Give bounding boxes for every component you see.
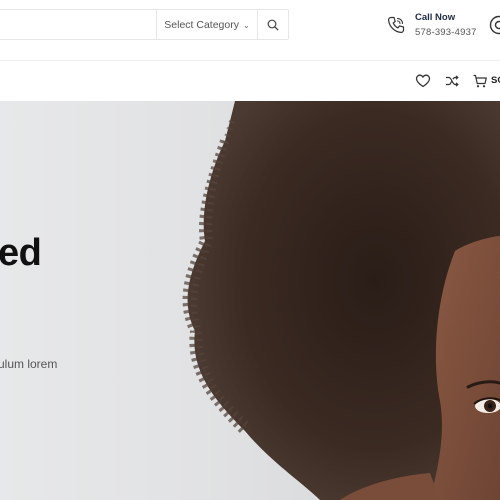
category-select[interactable]: Select Category ⌄ — [156, 10, 257, 39]
hero-description: ulum lorem — [0, 357, 58, 371]
search-icon — [267, 19, 279, 30]
hero-heading: ed — [0, 232, 42, 274]
search-input[interactable] — [0, 10, 155, 39]
top-header: Select Category ⌄ Call Now 578-393-4937 — [0, 0, 500, 60]
search-form: Select Category ⌄ — [0, 9, 289, 40]
support-icon[interactable] — [488, 14, 500, 36]
cart-label[interactable]: SC — [491, 75, 500, 86]
chevron-down-icon: ⌄ — [243, 20, 250, 30]
cart-icon[interactable] — [472, 73, 488, 89]
call-now-title: Call Now — [415, 12, 456, 23]
phone-icon — [388, 16, 405, 33]
hero-image — [182, 101, 500, 500]
category-select-label: Select Category — [164, 18, 239, 31]
page: Select Category ⌄ Call Now 578-393-4937 — [0, 0, 500, 500]
heart-icon[interactable] — [415, 73, 431, 89]
shuffle-icon[interactable] — [444, 73, 460, 89]
hero-banner: ed ulum lorem — [0, 101, 500, 500]
call-now-number: 578-393-4937 — [415, 27, 477, 38]
nav-row: SC — [0, 61, 500, 101]
search-button[interactable] — [257, 10, 288, 39]
